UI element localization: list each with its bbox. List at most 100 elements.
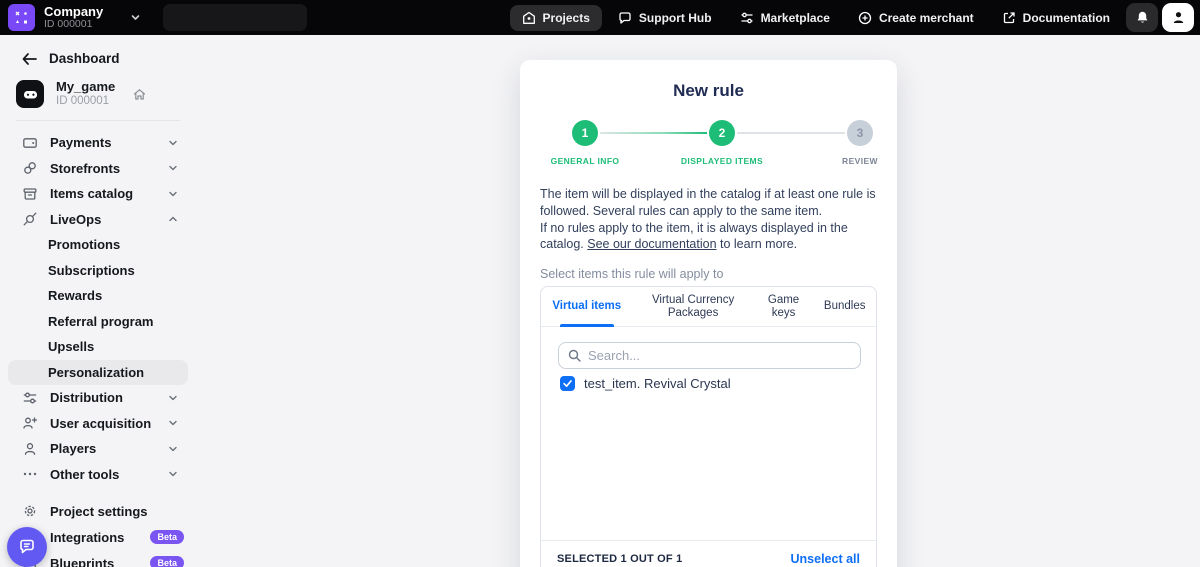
sidebar-item-label: Items catalog bbox=[50, 186, 133, 201]
chevron-down-icon bbox=[168, 444, 178, 454]
description-text: to learn more. bbox=[717, 237, 798, 251]
company-info: Company ID 000001 bbox=[44, 5, 103, 30]
step-number: 1 bbox=[582, 126, 589, 140]
sidebar-item-distribution[interactable]: Distribution bbox=[8, 385, 188, 411]
stepper-connector-2 bbox=[737, 132, 845, 134]
nav-documentation-label: Documentation bbox=[1023, 11, 1110, 25]
nav-documentation-button[interactable]: Documentation bbox=[990, 5, 1122, 31]
sidebar-item-liveops[interactable]: LiveOps bbox=[8, 207, 188, 233]
step-number: 3 bbox=[857, 126, 864, 140]
company-switcher[interactable]: Company ID 000001 bbox=[0, 4, 141, 31]
active-tab-underline bbox=[560, 324, 614, 327]
search-icon bbox=[568, 349, 581, 362]
nav-create-merchant-button[interactable]: Create merchant bbox=[846, 5, 986, 31]
select-items-label: Select items this rule will apply to bbox=[540, 267, 723, 281]
notifications-button[interactable] bbox=[1126, 3, 1158, 32]
step-2-circle[interactable]: 2 bbox=[709, 120, 735, 146]
item-checkbox[interactable] bbox=[560, 376, 575, 391]
project-name: My_game bbox=[56, 80, 115, 95]
sidebar-item-players[interactable]: Players bbox=[8, 436, 188, 462]
sidebar-item-subscriptions[interactable]: Subscriptions bbox=[8, 258, 188, 284]
sidebar-item-personalization[interactable]: Personalization bbox=[8, 360, 188, 386]
step-1-circle[interactable]: 1 bbox=[572, 120, 598, 146]
app-screen: Personalization Company ID 000001 bbox=[0, 0, 1200, 567]
sidebar-item-referral-program[interactable]: Referral program bbox=[8, 309, 188, 335]
topbar-nav: Projects Support Hub Marketplace Create … bbox=[510, 0, 1194, 35]
item-type-tabs: Virtual items Virtual Currency Packages … bbox=[541, 287, 876, 327]
step-2-label: DISPLAYED ITEMS bbox=[681, 156, 763, 166]
sidebar-item-label: Promotions bbox=[48, 237, 120, 252]
sidebar-item-rewards[interactable]: Rewards bbox=[8, 283, 188, 309]
sidebar-item-label: Players bbox=[50, 441, 96, 456]
chat-icon bbox=[17, 537, 37, 557]
sidebar-item-label: Storefronts bbox=[50, 161, 120, 176]
selection-footer: SELECTED 1 OUT OF 1 Unselect all bbox=[541, 540, 876, 567]
items-catalog-icon bbox=[22, 186, 38, 202]
sidebar-item-payments[interactable]: Payments bbox=[8, 130, 188, 156]
search-input[interactable] bbox=[588, 348, 851, 363]
sidebar-item-upsells[interactable]: Upsells bbox=[8, 334, 188, 360]
sidebar-item-label: LiveOps bbox=[50, 212, 101, 227]
tab-label: Virtual Currency Packages bbox=[634, 294, 751, 320]
tab-bundles[interactable]: Bundles bbox=[813, 287, 876, 326]
sidebar-item-project-settings[interactable]: Project settings bbox=[8, 498, 188, 524]
modal-title: New rule bbox=[520, 81, 897, 101]
modal-description: The item will be displayed in the catalo… bbox=[540, 186, 879, 253]
sidebar-item-items-catalog[interactable]: Items catalog bbox=[8, 181, 188, 207]
sidebar-item-label: Integrations bbox=[50, 530, 124, 545]
profile-button[interactable] bbox=[1162, 3, 1194, 32]
tab-virtual-items[interactable]: Virtual items bbox=[541, 287, 632, 326]
sidebar-gap bbox=[0, 487, 196, 498]
nav-support-hub-label: Support Hub bbox=[639, 11, 712, 25]
company-id: ID 000001 bbox=[44, 19, 103, 30]
project-row[interactable]: My_game ID 000001 bbox=[16, 80, 180, 108]
stepper: 1 2 3 GENERAL INFO DISPLAYED ITEMS REVIE… bbox=[520, 116, 897, 168]
documentation-icon bbox=[1002, 11, 1016, 25]
project-avatar bbox=[16, 80, 44, 108]
home-icon[interactable] bbox=[133, 88, 146, 101]
sidebar-item-label: Project settings bbox=[50, 504, 148, 519]
sidebar-item-label: Referral program bbox=[48, 314, 153, 329]
user-acquisition-icon bbox=[22, 415, 38, 431]
payments-icon bbox=[22, 135, 38, 151]
stepper-connector-1 bbox=[600, 132, 707, 134]
sidebar-item-user-acquisition[interactable]: User acquisition bbox=[8, 411, 188, 437]
sidebar-item-storefronts[interactable]: Storefronts bbox=[8, 156, 188, 182]
nav-create-merchant-label: Create merchant bbox=[879, 11, 974, 25]
sidebar-item-label: Distribution bbox=[50, 390, 123, 405]
tab-virtual-currency-packages[interactable]: Virtual Currency Packages bbox=[632, 287, 753, 326]
back-to-dashboard[interactable]: Dashboard bbox=[0, 35, 196, 66]
unselect-all-link[interactable]: Unselect all bbox=[791, 552, 860, 566]
sidebar-item-label: Payments bbox=[50, 135, 111, 150]
search-field bbox=[558, 342, 861, 369]
back-label: Dashboard bbox=[49, 51, 120, 66]
item-label: test_item. Revival Crystal bbox=[584, 376, 731, 391]
nav-projects-button[interactable]: Projects bbox=[510, 5, 602, 31]
project-meta: My_game ID 000001 bbox=[56, 80, 115, 108]
players-icon bbox=[22, 441, 38, 457]
sidebar: Dashboard My_game ID 000001 Payments bbox=[0, 35, 196, 567]
sidebar-item-other-tools[interactable]: Other tools bbox=[8, 462, 188, 488]
sidebar-nav: Payments Storefronts Items catalog LiveO… bbox=[0, 130, 196, 567]
step-3-label: REVIEW bbox=[842, 156, 878, 166]
gamepad-icon bbox=[22, 86, 39, 103]
sidebar-item-label: Subscriptions bbox=[48, 263, 135, 278]
new-rule-modal: New rule 1 2 3 GENERAL INFO DISPLAYED IT… bbox=[520, 60, 897, 567]
tab-label: Bundles bbox=[824, 300, 866, 313]
nav-marketplace-button[interactable]: Marketplace bbox=[728, 5, 842, 31]
item-row[interactable]: test_item. Revival Crystal bbox=[560, 376, 731, 391]
documentation-link[interactable]: See our documentation bbox=[587, 237, 716, 251]
sidebar-item-label: User acquisition bbox=[50, 416, 151, 431]
chat-launcher-button[interactable] bbox=[7, 527, 47, 567]
sidebar-item-label: Blueprints bbox=[50, 556, 114, 567]
project-id: ID 000001 bbox=[56, 95, 115, 108]
tab-game-keys[interactable]: Game keys bbox=[754, 287, 814, 326]
beta-badge: Beta bbox=[150, 556, 184, 567]
nav-projects-label: Projects bbox=[543, 11, 590, 25]
nav-support-hub-button[interactable]: Support Hub bbox=[606, 5, 724, 31]
nav-marketplace-label: Marketplace bbox=[761, 11, 830, 25]
chevron-down-icon[interactable] bbox=[130, 12, 141, 23]
sidebar-item-label: Rewards bbox=[48, 288, 102, 303]
tab-label: Game keys bbox=[756, 294, 812, 320]
sidebar-item-promotions[interactable]: Promotions bbox=[8, 232, 188, 258]
